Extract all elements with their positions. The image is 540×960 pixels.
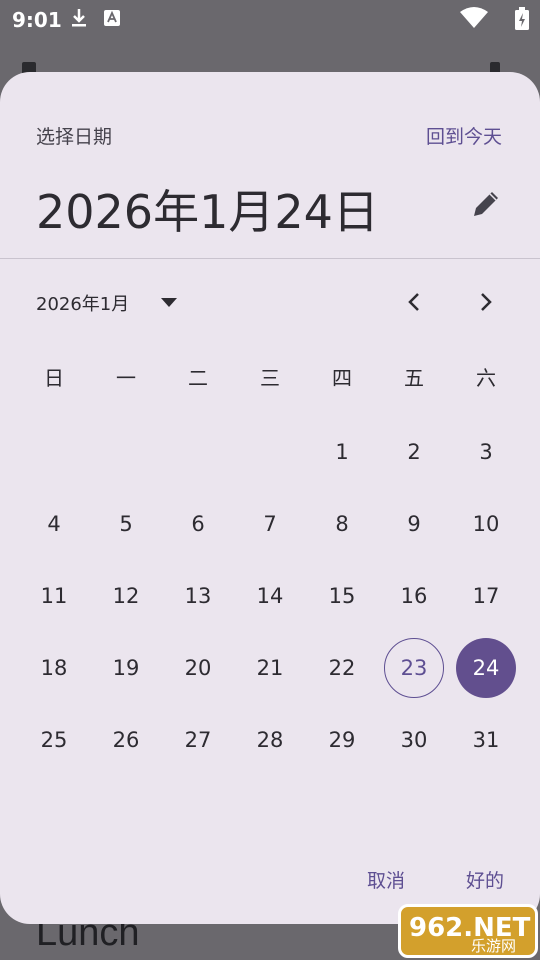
date-picker-dialog: 选择日期 回到今天 2026年1月24日 2026年1月 日一二三四五六 123… bbox=[0, 72, 540, 924]
chevron-right-icon bbox=[472, 293, 500, 322]
dropdown-arrow-icon[interactable] bbox=[158, 294, 180, 310]
download-icon bbox=[68, 7, 90, 34]
calendar-day[interactable]: 3 bbox=[456, 422, 516, 482]
pencil-icon bbox=[466, 192, 506, 228]
watermark-text: 乐游网 bbox=[471, 937, 517, 955]
ok-button[interactable]: 好的 bbox=[466, 866, 504, 893]
calendar-day[interactable]: 22 bbox=[312, 638, 372, 698]
weekday-label: 五 bbox=[404, 366, 424, 390]
header-divider bbox=[0, 258, 540, 259]
calendar-day[interactable]: 5 bbox=[96, 494, 156, 554]
calendar-day[interactable]: 28 bbox=[240, 710, 300, 770]
calendar-day[interactable]: 18 bbox=[24, 638, 84, 698]
battery-charging-icon bbox=[514, 7, 530, 36]
weekday-header-row: 日一二三四五六 bbox=[18, 362, 522, 402]
calendar-day[interactable]: 20 bbox=[168, 638, 228, 698]
edit-date-button[interactable] bbox=[466, 184, 506, 224]
calendar-day[interactable]: 1 bbox=[312, 422, 372, 482]
calendar-day[interactable]: 19 bbox=[96, 638, 156, 698]
weekday-label: 日 bbox=[44, 366, 64, 390]
status-time: 9:01 bbox=[12, 8, 62, 32]
weekday-label: 一 bbox=[116, 366, 136, 390]
calendar-day[interactable]: 8 bbox=[312, 494, 372, 554]
calendar-day[interactable]: 15 bbox=[312, 566, 372, 626]
calendar-day[interactable]: 27 bbox=[168, 710, 228, 770]
calendar-day[interactable]: 14 bbox=[240, 566, 300, 626]
calendar-day[interactable]: 16 bbox=[384, 566, 444, 626]
calendar-day[interactable]: 2 bbox=[384, 422, 444, 482]
calendar-day[interactable]: 29 bbox=[312, 710, 372, 770]
dialog-title: 选择日期 bbox=[36, 126, 113, 148]
weekday-label: 二 bbox=[188, 366, 208, 390]
calendar-day[interactable]: 7 bbox=[240, 494, 300, 554]
weekday-label: 三 bbox=[260, 366, 280, 390]
previous-month-button[interactable] bbox=[400, 286, 428, 318]
wifi-icon bbox=[460, 7, 488, 34]
calendar-day[interactable]: 10 bbox=[456, 494, 516, 554]
calendar-day-today[interactable]: 23 bbox=[384, 638, 444, 698]
month-year-selector[interactable]: 2026年1月 bbox=[36, 290, 129, 316]
calendar-day[interactable]: 4 bbox=[24, 494, 84, 554]
calendar-day[interactable]: 30 bbox=[384, 710, 444, 770]
calendar-day[interactable]: 31 bbox=[456, 710, 516, 770]
weekday-label: 六 bbox=[476, 366, 496, 390]
calendar-day[interactable]: 25 bbox=[24, 710, 84, 770]
calendar-day[interactable]: 26 bbox=[96, 710, 156, 770]
a11y-icon bbox=[102, 7, 122, 34]
next-month-button[interactable] bbox=[472, 286, 500, 318]
status-bar: 9:01 bbox=[0, 0, 540, 38]
calendar-day[interactable]: 11 bbox=[24, 566, 84, 626]
selected-date-headline: 2026年1月24日 bbox=[36, 185, 379, 239]
calendar-day[interactable]: 21 bbox=[240, 638, 300, 698]
go-to-today-button[interactable]: 回到今天 bbox=[426, 122, 502, 149]
watermark-logo: 962.NET 乐游网 bbox=[398, 904, 538, 958]
cancel-button[interactable]: 取消 bbox=[367, 866, 405, 893]
calendar-day[interactable]: 9 bbox=[384, 494, 444, 554]
calendar-day[interactable]: 13 bbox=[168, 566, 228, 626]
calendar-day[interactable]: 12 bbox=[96, 566, 156, 626]
calendar-day[interactable]: 17 bbox=[456, 566, 516, 626]
calendar-day-selected[interactable]: 24 bbox=[456, 638, 516, 698]
chevron-left-icon bbox=[400, 293, 428, 322]
weekday-label: 四 bbox=[332, 366, 352, 390]
calendar-day[interactable]: 6 bbox=[168, 494, 228, 554]
